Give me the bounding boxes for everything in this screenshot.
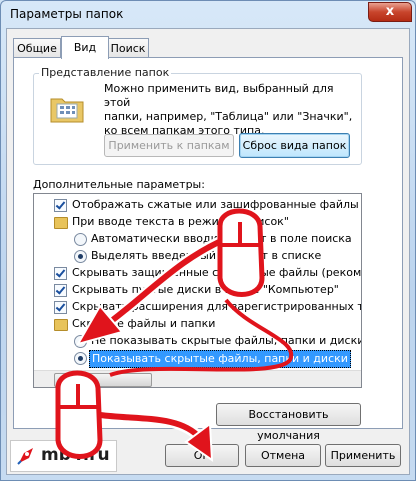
radio[interactable]: [74, 335, 87, 348]
tab-general[interactable]: Общие: [13, 38, 61, 58]
description-line: папки, например, "Таблица" или "Значки",: [104, 110, 353, 123]
logo-text: mb4.ru: [41, 445, 110, 465]
list-item-label: Скрывать защищенные системные файлы (рек…: [72, 266, 362, 279]
tab-search[interactable]: Поиск: [107, 38, 149, 58]
apply-to-folders-button[interactable]: Применить к папкам: [104, 134, 234, 157]
window-title: Параметры папок: [10, 7, 124, 21]
folder-view-title: Представление папок: [39, 66, 172, 79]
checkbox[interactable]: [54, 199, 67, 212]
restore-defaults-button[interactable]: Восстановить умолчания: [216, 403, 361, 442]
list-item-label: При вводе текста в режиме "Список": [72, 215, 289, 228]
cancel-button[interactable]: Отмена: [245, 444, 321, 467]
tab-view[interactable]: Вид: [61, 36, 109, 59]
reset-folders-button[interactable]: Сброс вида папок: [239, 133, 350, 158]
folder-icon: [54, 217, 68, 229]
list-item-label: Не показывать скрытые файлы, папки и дис…: [91, 334, 362, 347]
list-item-label: Скрывать пустые диски в папке "Компьютер…: [72, 283, 339, 296]
scroll-thumb[interactable]: [54, 373, 152, 387]
list-item-label: Показывать скрытые файлы, папки и диски: [89, 350, 351, 368]
list-item-label: Скрытые файлы и папки: [72, 317, 216, 330]
site-logo: mb4.ru: [10, 440, 117, 472]
folder-view-description: Можно применить вид, выбранный для этой …: [104, 82, 354, 138]
list-item-label: Выделять введенный элемент в списке: [91, 249, 322, 262]
list-item-label: Скрывать расширения для зарегистрированн…: [72, 300, 362, 313]
description-line: Можно применить вид, выбранный для этой: [104, 82, 334, 109]
radio[interactable]: [74, 352, 87, 365]
list-item-label: Отображать сжатые или зашифрованные файл…: [72, 198, 362, 211]
apply-button[interactable]: Применить: [325, 444, 401, 467]
ok-button[interactable]: ОК: [165, 444, 239, 467]
title-bar[interactable]: Параметры папок x: [1, 1, 415, 27]
checkbox[interactable]: [54, 267, 67, 280]
folder-icon: [54, 319, 68, 331]
rocket-icon: [17, 448, 33, 465]
radio[interactable]: [74, 233, 87, 246]
advanced-settings-list[interactable]: Отображать сжатые или зашифрованные файл…: [33, 193, 362, 388]
checkbox[interactable]: [54, 284, 67, 297]
list-item-label: Автоматически вводить текст в поле поиск…: [91, 232, 352, 245]
checkbox[interactable]: [54, 301, 67, 314]
radio[interactable]: [74, 250, 87, 263]
close-button[interactable]: x: [368, 2, 412, 22]
horizontal-scrollbar[interactable]: [34, 370, 361, 387]
folder-view-icon: [50, 93, 84, 123]
advanced-settings-title: Дополнительные параметры:: [33, 178, 205, 191]
